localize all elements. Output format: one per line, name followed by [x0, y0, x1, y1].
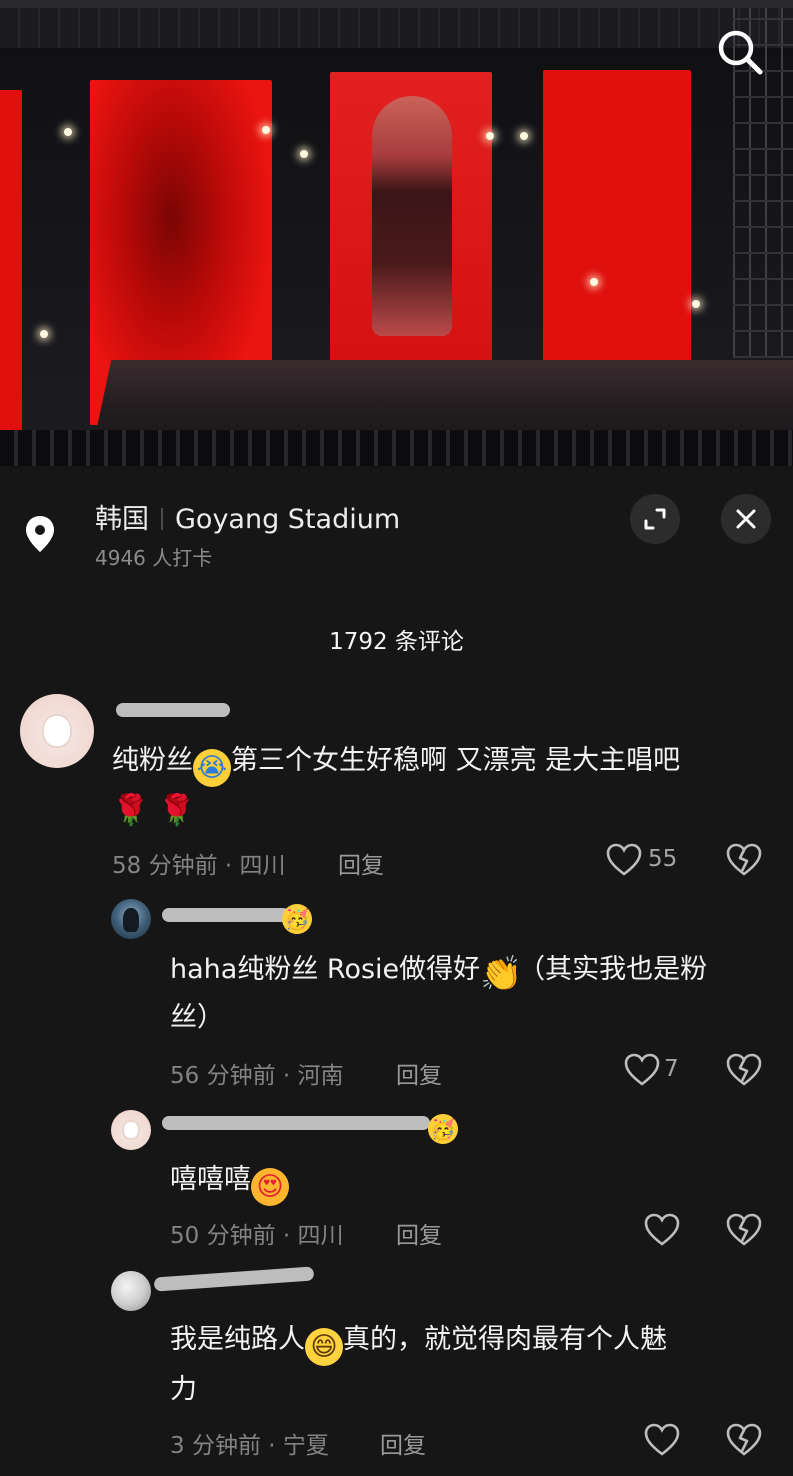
stage-light: [692, 300, 700, 308]
search-icon[interactable]: [712, 24, 768, 80]
location-pin-icon: [26, 516, 54, 552]
comment-count: 1792 条评论: [329, 629, 464, 655]
comment-text-part: 丝）: [170, 1002, 224, 1033]
dislike-broken-heart-icon[interactable]: [726, 1423, 762, 1457]
comment-text-part: 我是纯路人: [170, 1324, 305, 1355]
dislike-broken-heart-icon[interactable]: [726, 1213, 762, 1247]
video-player[interactable]: [0, 0, 793, 466]
heart-eyes-emoji-icon: 😍: [251, 1168, 289, 1206]
avatar[interactable]: [111, 1271, 151, 1311]
rose-emoji-icon: 🌹: [112, 793, 150, 828]
crowd-rail: [0, 430, 793, 466]
comment-time-location: 58 分钟前 · 四川: [112, 853, 286, 879]
reply-button[interactable]: 回复: [338, 846, 384, 880]
redaction-mark: [116, 703, 230, 717]
comment-text-part: 第三个女生好稳啊 又漂亮 是大主唱吧: [231, 745, 681, 776]
comment-text: 我是纯路人 😄 真的，就觉得肉最有个人魅 力: [170, 1316, 770, 1414]
stage-light: [40, 330, 48, 338]
like-count: 55: [648, 846, 678, 872]
comment-text-part: 嘻嘻嘻: [170, 1164, 251, 1195]
like-heart-icon[interactable]: [644, 1423, 680, 1457]
loudly-crying-emoji-icon: 😭: [193, 749, 231, 787]
comment-text-part: 纯粉丝: [112, 745, 193, 776]
close-icon: [736, 509, 756, 529]
performer-on-screen: [372, 96, 452, 336]
comment-text-part: （其实我也是粉: [518, 954, 708, 985]
stadium-roof: [0, 8, 793, 48]
dislike-broken-heart-icon[interactable]: [726, 1053, 762, 1087]
stage-light: [300, 150, 308, 158]
stage-light: [590, 278, 598, 286]
rose-emoji-icon: 🌹: [158, 793, 196, 828]
location-checkins: 4946 人打卡: [95, 546, 213, 570]
expand-icon: [644, 508, 666, 530]
reply-button[interactable]: 回复: [396, 1216, 442, 1250]
like-heart-icon[interactable]: [644, 1213, 680, 1247]
avatar[interactable]: [111, 1110, 151, 1150]
stage-light: [262, 126, 270, 134]
like-heart-icon[interactable]: [606, 843, 642, 877]
avatar[interactable]: [111, 899, 151, 939]
comment-time-location: 56 分钟前 · 河南: [170, 1063, 344, 1089]
reply-button[interactable]: 回复: [380, 1426, 426, 1460]
led-screen: [0, 90, 22, 435]
partying-face-emoji-icon: 🥳: [282, 904, 312, 934]
reply-button[interactable]: 回复: [396, 1056, 442, 1090]
stage-light: [486, 132, 494, 140]
comment-text: 嘻嘻嘻 😍: [170, 1156, 770, 1206]
comment-time-location: 50 分钟前 · 四川: [170, 1223, 344, 1249]
comment-text-part: 力: [170, 1374, 197, 1405]
location-title[interactable]: 韩国 Goyang Stadium: [95, 497, 400, 536]
like-heart-icon[interactable]: [624, 1053, 660, 1087]
comment-text: 纯粉丝 😭 第三个女生好稳啊 又漂亮 是大主唱吧 🌹 🌹: [112, 737, 772, 836]
stage-light: [520, 132, 528, 140]
clapping-hands-emoji-icon: 👏: [480, 954, 523, 994]
partying-face-emoji-icon: 🥳: [428, 1114, 458, 1144]
comment-text-part: haha纯粉丝 Rosie做得好: [170, 954, 481, 985]
location-place: Goyang Stadium: [175, 504, 401, 535]
expand-button[interactable]: [630, 494, 680, 544]
divider: [161, 508, 163, 530]
like-count: 7: [664, 1056, 679, 1082]
avatar[interactable]: [20, 694, 94, 768]
comment-text-part: 真的，就觉得肉最有个人魅: [343, 1324, 667, 1355]
video-top-edge: [0, 0, 793, 8]
comment-time-location: 3 分钟前 · 宁夏: [170, 1433, 329, 1459]
redaction-mark: [162, 908, 290, 922]
stage-light: [64, 128, 72, 136]
grinning-face-emoji-icon: 😄: [305, 1328, 343, 1366]
location-country: 韩国: [95, 504, 149, 535]
comment-text: haha纯粉丝 Rosie做得好👏（其实我也是粉 丝）: [170, 946, 770, 1042]
led-screen: [543, 70, 691, 375]
redaction-mark: [162, 1116, 430, 1130]
dislike-broken-heart-icon[interactable]: [726, 843, 762, 877]
close-button[interactable]: [721, 494, 771, 544]
